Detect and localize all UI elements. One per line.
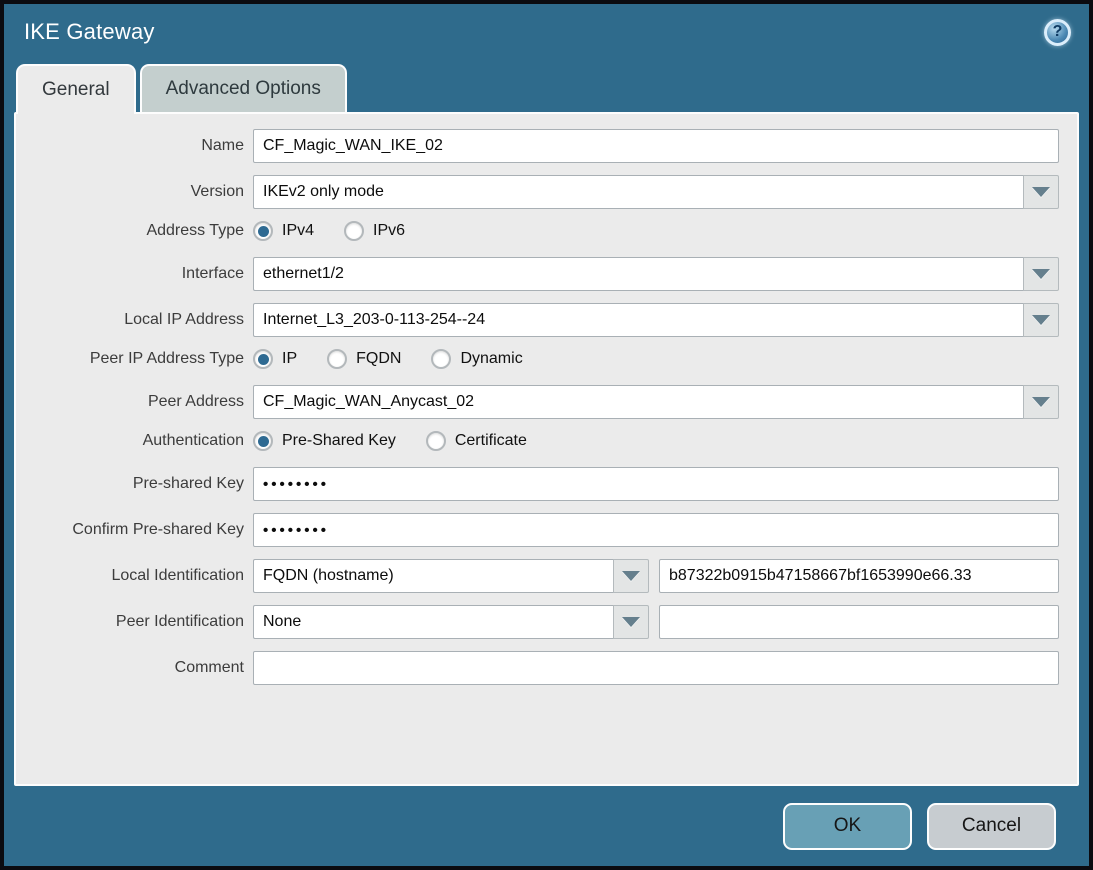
interface-dropdown[interactable]: ethernet1/2 xyxy=(253,257,1059,291)
radio-peer-dynamic-label: Dynamic xyxy=(460,350,522,368)
chevron-down-icon xyxy=(1032,397,1050,407)
radio-peer-fqdn[interactable]: FQDN xyxy=(327,349,401,369)
radio-button-icon xyxy=(253,349,273,369)
comment-input[interactable] xyxy=(253,651,1059,685)
radio-ipv6[interactable]: IPv6 xyxy=(344,221,405,241)
chevron-down-icon xyxy=(1032,187,1050,197)
interface-row: Interface ethernet1/2 xyxy=(28,257,1059,291)
peer-identification-label: Peer Identification xyxy=(28,613,253,631)
address-type-label: Address Type xyxy=(28,222,253,240)
local-ip-value: Internet_L3_203-0-113-254--24 xyxy=(253,303,1023,337)
local-identification-dropdown[interactable]: FQDN (hostname) xyxy=(253,559,649,593)
name-label: Name xyxy=(28,137,253,155)
general-tab-panel: Name Version IKEv2 only mode Address Typ… xyxy=(14,112,1079,786)
version-dropdown[interactable]: IKEv2 only mode xyxy=(253,175,1059,209)
peer-ip-type-label: Peer IP Address Type xyxy=(28,350,253,368)
tab-advanced-options[interactable]: Advanced Options xyxy=(140,64,347,112)
name-input[interactable] xyxy=(253,129,1059,163)
interface-dropdown-button[interactable] xyxy=(1023,257,1059,291)
peer-address-label: Peer Address xyxy=(28,393,253,411)
interface-label: Interface xyxy=(28,265,253,283)
peer-address-value: CF_Magic_WAN_Anycast_02 xyxy=(253,385,1023,419)
tab-general[interactable]: General xyxy=(16,64,136,114)
version-value: IKEv2 only mode xyxy=(253,175,1023,209)
local-ip-dropdown-button[interactable] xyxy=(1023,303,1059,337)
local-ip-label: Local IP Address xyxy=(28,311,253,329)
radio-button-icon xyxy=(327,349,347,369)
chevron-down-icon xyxy=(622,617,640,627)
radio-peer-dynamic[interactable]: Dynamic xyxy=(431,349,522,369)
help-icon[interactable]: ? xyxy=(1044,19,1071,46)
confirm-pre-shared-key-input[interactable] xyxy=(253,513,1059,547)
pre-shared-key-input[interactable] xyxy=(253,467,1059,501)
local-identification-row: Local Identification FQDN (hostname) xyxy=(28,559,1059,593)
radio-pre-shared-key[interactable]: Pre-Shared Key xyxy=(253,431,396,451)
confirm-pre-shared-key-label: Confirm Pre-shared Key xyxy=(28,521,253,539)
version-label: Version xyxy=(28,183,253,201)
authentication-label: Authentication xyxy=(28,432,253,450)
tab-bar: General Advanced Options xyxy=(4,60,1089,112)
authentication-row: Authentication Pre-Shared Key Certificat… xyxy=(28,431,1059,451)
radio-psk-label: Pre-Shared Key xyxy=(282,432,396,450)
radio-button-icon xyxy=(426,431,446,451)
cancel-button[interactable]: Cancel xyxy=(927,803,1056,850)
peer-identification-dropdown-button[interactable] xyxy=(613,605,649,639)
title-bar: IKE Gateway ? xyxy=(4,4,1089,60)
chevron-down-icon xyxy=(1032,269,1050,279)
pre-shared-key-label: Pre-shared Key xyxy=(28,475,253,493)
peer-ip-type-row: Peer IP Address Type IP FQDN Dynamic xyxy=(28,349,1059,369)
radio-ipv4-label: IPv4 xyxy=(282,222,314,240)
local-identification-input[interactable] xyxy=(659,559,1059,593)
comment-label: Comment xyxy=(28,659,253,677)
radio-ipv4[interactable]: IPv4 xyxy=(253,221,314,241)
confirm-pre-shared-key-row: Confirm Pre-shared Key xyxy=(28,513,1059,547)
radio-button-icon xyxy=(431,349,451,369)
peer-identification-type: None xyxy=(253,605,613,639)
comment-row: Comment xyxy=(28,651,1059,685)
chevron-down-icon xyxy=(622,571,640,581)
chevron-down-icon xyxy=(1032,315,1050,325)
radio-peer-ip[interactable]: IP xyxy=(253,349,297,369)
radio-button-icon xyxy=(253,431,273,451)
local-ip-row: Local IP Address Internet_L3_203-0-113-2… xyxy=(28,303,1059,337)
version-row: Version IKEv2 only mode xyxy=(28,175,1059,209)
local-ip-dropdown[interactable]: Internet_L3_203-0-113-254--24 xyxy=(253,303,1059,337)
local-identification-dropdown-button[interactable] xyxy=(613,559,649,593)
ike-gateway-dialog: IKE Gateway ? General Advanced Options N… xyxy=(0,0,1093,870)
radio-peer-ip-label: IP xyxy=(282,350,297,368)
dialog-title: IKE Gateway xyxy=(24,19,155,45)
peer-address-row: Peer Address CF_Magic_WAN_Anycast_02 xyxy=(28,385,1059,419)
radio-button-icon xyxy=(344,221,364,241)
local-identification-label: Local Identification xyxy=(28,567,253,585)
dialog-footer: OK Cancel xyxy=(4,786,1089,866)
peer-identification-input[interactable] xyxy=(659,605,1059,639)
pre-shared-key-row: Pre-shared Key xyxy=(28,467,1059,501)
radio-certificate-label: Certificate xyxy=(455,432,527,450)
interface-value: ethernet1/2 xyxy=(253,257,1023,291)
name-row: Name xyxy=(28,129,1059,163)
peer-identification-row: Peer Identification None xyxy=(28,605,1059,639)
address-type-row: Address Type IPv4 IPv6 xyxy=(28,221,1059,241)
radio-ipv6-label: IPv6 xyxy=(373,222,405,240)
peer-address-dropdown[interactable]: CF_Magic_WAN_Anycast_02 xyxy=(253,385,1059,419)
version-dropdown-button[interactable] xyxy=(1023,175,1059,209)
radio-certificate[interactable]: Certificate xyxy=(426,431,527,451)
ok-button[interactable]: OK xyxy=(783,803,912,850)
peer-identification-dropdown[interactable]: None xyxy=(253,605,649,639)
local-identification-type: FQDN (hostname) xyxy=(253,559,613,593)
peer-address-dropdown-button[interactable] xyxy=(1023,385,1059,419)
radio-peer-fqdn-label: FQDN xyxy=(356,350,401,368)
radio-button-icon xyxy=(253,221,273,241)
